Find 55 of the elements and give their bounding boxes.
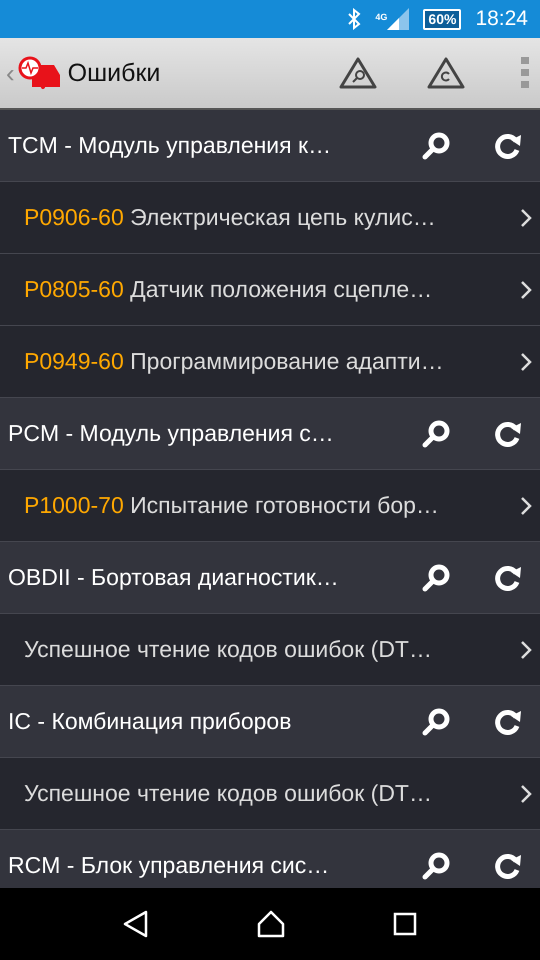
- refresh-button[interactable]: [494, 852, 522, 880]
- back-nav-icon[interactable]: [123, 910, 150, 938]
- refresh-button[interactable]: [494, 708, 522, 736]
- signal-icon: [387, 8, 410, 30]
- search-button[interactable]: [420, 706, 452, 736]
- search-button[interactable]: [420, 562, 452, 592]
- chevron-right-icon: [520, 352, 532, 372]
- recents-icon[interactable]: [392, 912, 417, 936]
- search-button[interactable]: [420, 130, 452, 160]
- module-row[interactable]: IC - Комбинация приборов: [0, 686, 540, 758]
- battery-indicator: 60%: [423, 8, 462, 30]
- error-description: Успешное чтение кодов ошибок (DT…: [24, 780, 433, 807]
- search-button[interactable]: [420, 418, 452, 448]
- module-name: PCM - Модуль управления с…: [8, 420, 335, 447]
- refresh-icon: [494, 564, 522, 592]
- bluetooth-icon: [347, 8, 362, 30]
- search-button[interactable]: [420, 850, 452, 880]
- module-row[interactable]: RCM - Блок управления сис…: [0, 830, 540, 888]
- error-description: P0949-60 Программирование адапти…: [24, 348, 445, 375]
- refresh-button[interactable]: [494, 132, 522, 160]
- clock-time: 18:24: [475, 7, 528, 31]
- search-icon: [420, 130, 452, 160]
- module-name: RCM - Блок управления сис…: [8, 852, 330, 879]
- app-logo-icon: [16, 55, 62, 91]
- menu-icon: [520, 57, 530, 89]
- refresh-icon: [494, 852, 522, 880]
- search-icon: [420, 418, 452, 448]
- home-icon[interactable]: [256, 910, 286, 938]
- module-row[interactable]: TCM - Модуль управления к…: [0, 110, 540, 182]
- search-icon: [420, 562, 452, 592]
- warning-refresh-icon: [426, 56, 466, 90]
- chevron-right-icon: [520, 496, 532, 516]
- error-description: P0805-60 Датчик положения сцепле…: [24, 276, 434, 303]
- refresh-button[interactable]: [494, 420, 522, 448]
- chevron-right-icon: [520, 280, 532, 300]
- search-icon: [420, 850, 452, 880]
- module-name: TCM - Модуль управления к…: [8, 132, 332, 159]
- error-description: Успешное чтение кодов ошибок (DT…: [24, 636, 433, 663]
- refresh-icon: [494, 708, 522, 736]
- search-icon: [420, 706, 452, 736]
- module-row[interactable]: PCM - Модуль управления с…: [0, 398, 540, 470]
- refresh-icon: [494, 132, 522, 160]
- warning-search-icon: [338, 56, 378, 90]
- module-name: OBDII - Бортовая диагностик…: [8, 564, 340, 591]
- error-description: P1000-70 Испытание готовности бор…: [24, 492, 440, 519]
- chevron-right-icon: [520, 784, 532, 804]
- chevron-right-icon: [520, 640, 532, 660]
- refresh-icon: [494, 420, 522, 448]
- screen-title: Ошибки: [68, 58, 162, 88]
- error-description: P0906-60 Электрическая цепь кулис…: [24, 204, 437, 231]
- network-type-label: 4G: [375, 12, 388, 22]
- module-row[interactable]: OBDII - Бортовая диагностик…: [0, 542, 540, 614]
- chevron-right-icon: [520, 208, 532, 228]
- module-name: IC - Комбинация приборов: [8, 708, 292, 735]
- refresh-button[interactable]: [494, 564, 522, 592]
